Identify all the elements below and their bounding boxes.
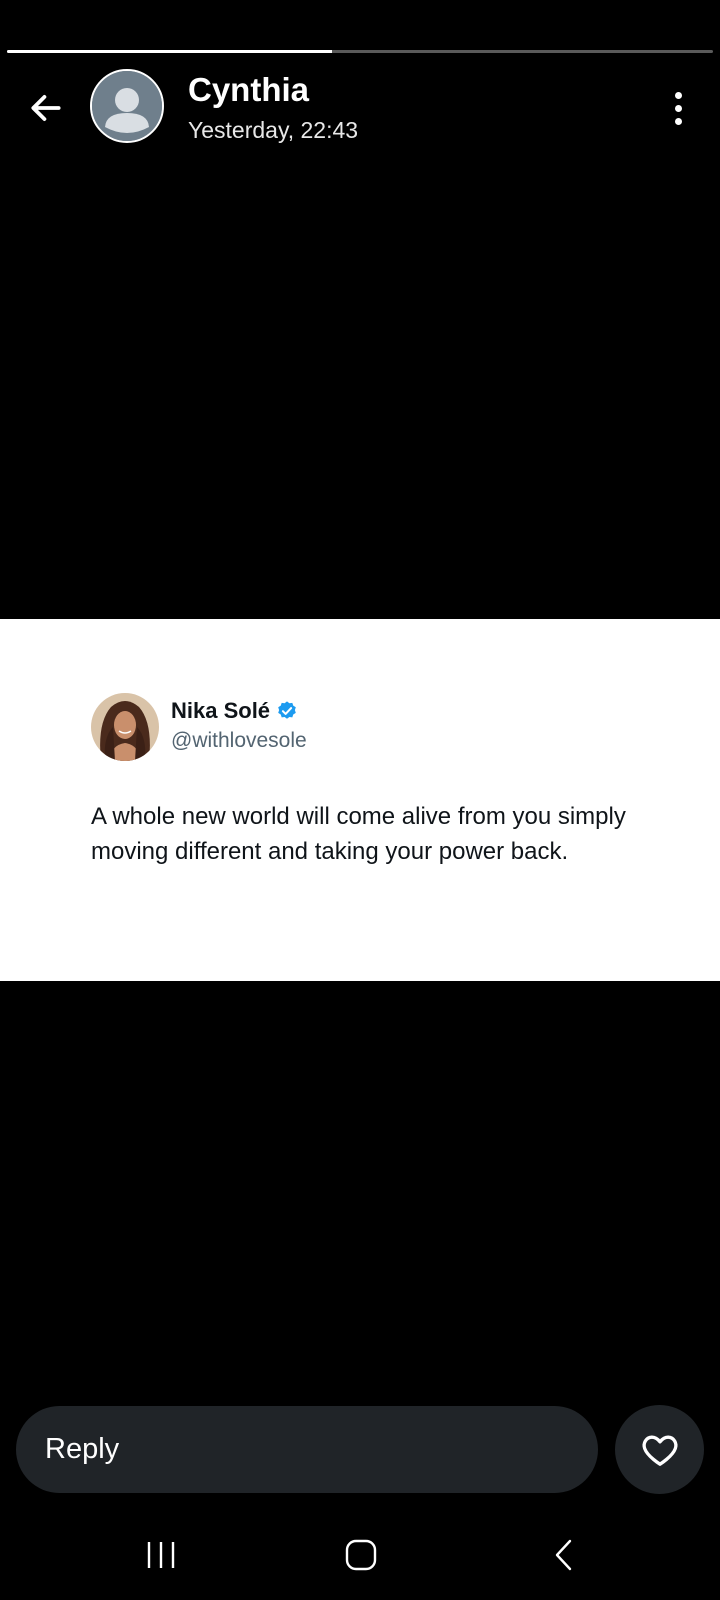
post-author-handle: @withlovesole xyxy=(171,729,307,752)
reply-placeholder: Reply xyxy=(45,1433,120,1465)
more-options-button[interactable] xyxy=(658,82,698,134)
story-progress-fill xyxy=(7,50,332,53)
system-navigation-bar xyxy=(0,1510,720,1600)
home-icon xyxy=(345,1539,377,1571)
more-vertical-icon-dot xyxy=(674,117,682,125)
story-media-image[interactable]: Nika Solé @withlovesole A whole new worl… xyxy=(0,619,720,981)
contact-avatar[interactable] xyxy=(90,69,164,143)
story-progress-bar xyxy=(7,50,713,53)
back-button[interactable] xyxy=(20,82,72,134)
story-timestamp: Yesterday, 22:43 xyxy=(188,117,359,143)
heart-outline-icon xyxy=(642,1434,677,1466)
post-author-name: Nika Solé xyxy=(171,698,271,723)
recents-button[interactable] xyxy=(131,1530,191,1580)
post-card: Nika Solé @withlovesole A whole new worl… xyxy=(80,661,645,911)
profile-photo-icon xyxy=(91,693,159,761)
more-vertical-icon xyxy=(674,91,682,99)
post-text: A whole new world will come alive from y… xyxy=(91,803,626,865)
more-vertical-icon-dot xyxy=(674,104,682,112)
verified-badge-icon xyxy=(278,701,296,719)
home-button[interactable] xyxy=(331,1530,391,1580)
back-icon xyxy=(555,1539,572,1571)
arrow-left-icon xyxy=(31,95,61,121)
system-back-button[interactable] xyxy=(534,1530,594,1580)
recents-icon xyxy=(147,1542,175,1568)
post-author-avatar xyxy=(91,693,159,761)
reply-input[interactable]: Reply xyxy=(16,1406,598,1493)
like-button[interactable] xyxy=(615,1405,704,1494)
person-placeholder-icon xyxy=(92,71,162,141)
contact-name[interactable]: Cynthia xyxy=(188,71,309,109)
post-author-row: Nika Solé xyxy=(171,698,298,724)
